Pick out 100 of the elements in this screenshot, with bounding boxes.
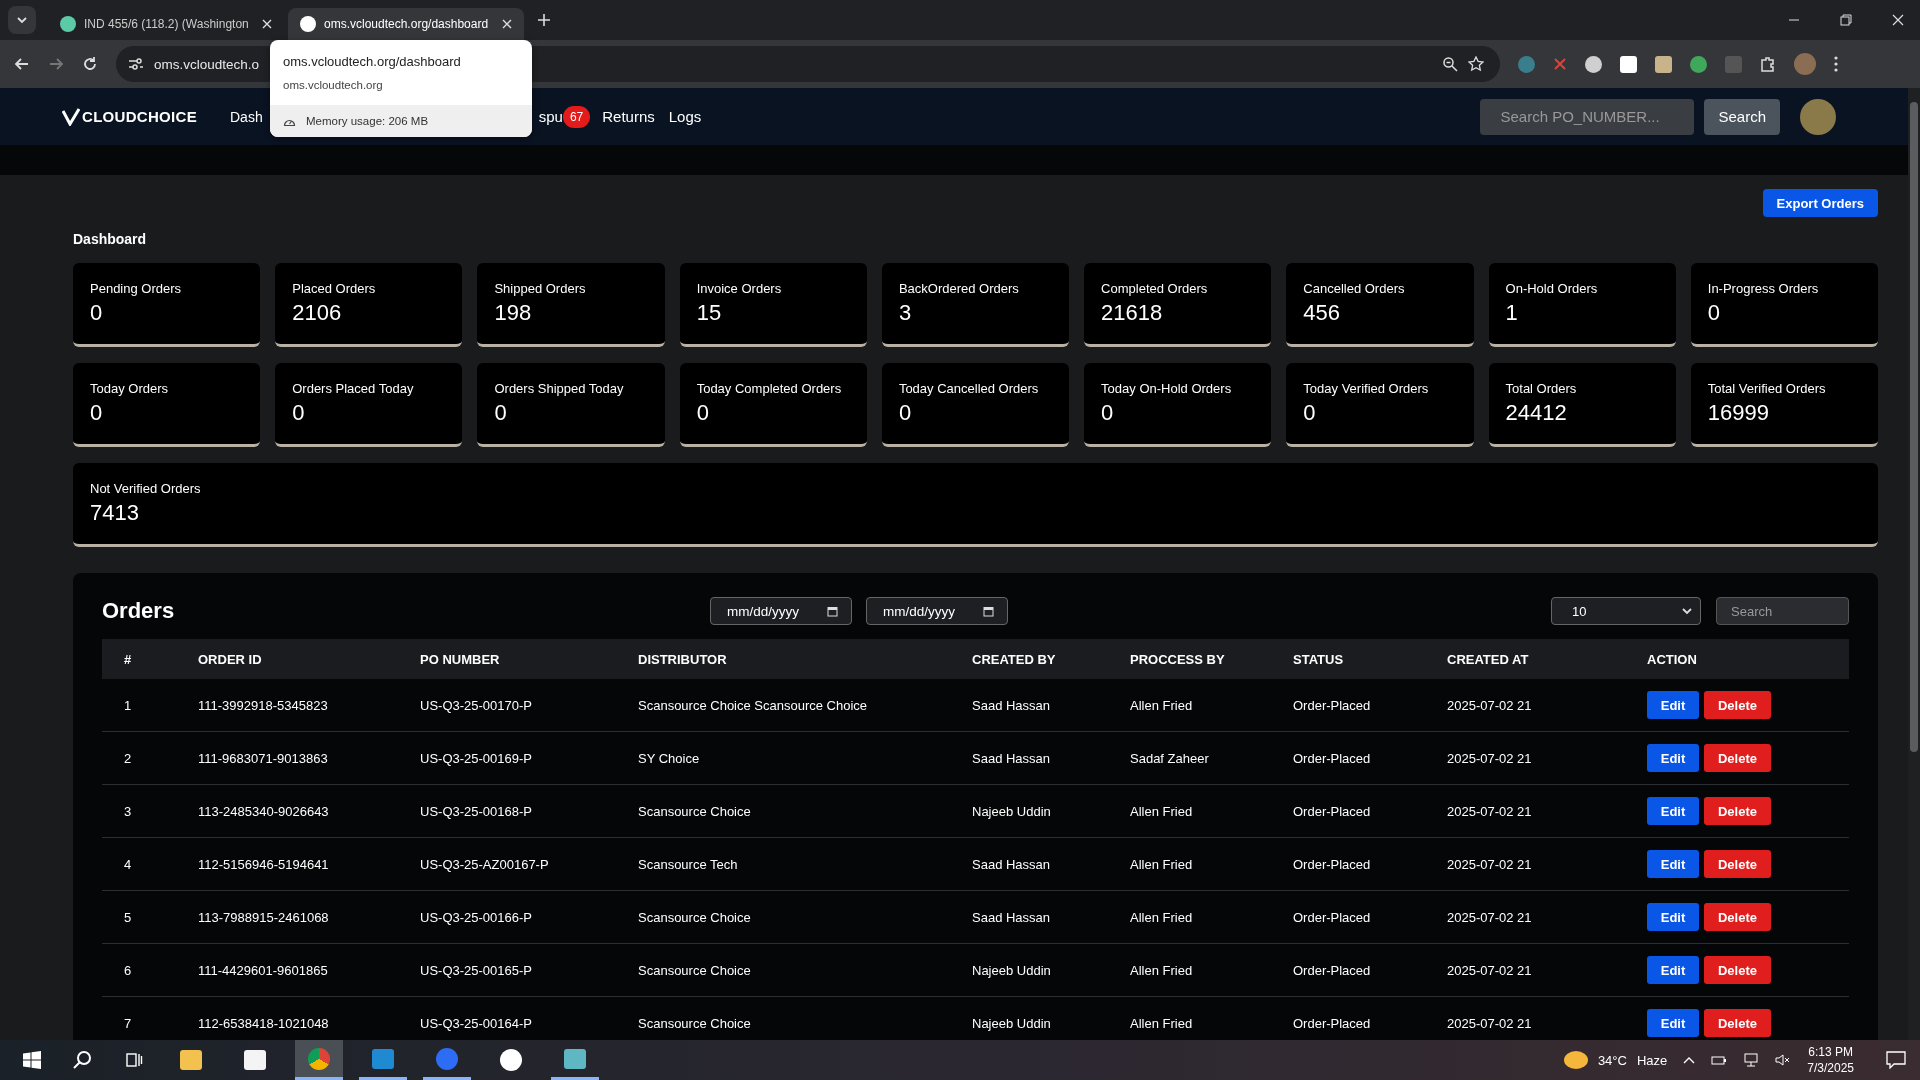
nav-link[interactable]: Dash xyxy=(230,108,263,125)
table-cell-text: US-Q3-25-00170-P xyxy=(420,697,533,713)
tab-title: IND 455/6 (118.2) (Washington xyxy=(84,17,250,31)
table-cell-text: Scansource Choice xyxy=(638,962,752,978)
page-size-dropdown[interactable]: 10 xyxy=(1551,597,1701,625)
temperature-text: 34°C xyxy=(1597,1052,1627,1068)
windows-icon[interactable] xyxy=(23,1051,41,1069)
stat-label: Today Orders xyxy=(90,381,170,396)
edit-button[interactable]: Edit xyxy=(1647,956,1699,984)
table-cell-text: US-Q3-25-00164-P xyxy=(420,1015,533,1031)
nav-link[interactable]: spu xyxy=(538,108,563,125)
stat-value: 16999 xyxy=(1707,400,1770,426)
avatar[interactable] xyxy=(1794,53,1816,75)
stat-label: Placed Orders xyxy=(292,281,377,296)
table-cell-text: Order-Placed xyxy=(1293,750,1372,766)
table-cell-text: 2025-07-02 21 xyxy=(1447,697,1533,713)
search-field[interactable]: Search xyxy=(1716,597,1849,625)
browser-tab[interactable]: IND 455/6 (118.2) (Washington xyxy=(48,8,284,40)
logo-icon xyxy=(62,107,80,126)
table-cell-text: 4 xyxy=(123,856,133,872)
network-icon[interactable] xyxy=(1743,1053,1760,1067)
calendar-icon[interactable] xyxy=(827,606,838,617)
delete-button[interactable]: Delete xyxy=(1704,797,1771,825)
table-cell-text: Allen Fried xyxy=(1130,697,1194,713)
extension-icon[interactable] xyxy=(1655,55,1672,73)
table-cell-text: US-Q3-25-AZ00167-P xyxy=(420,856,550,872)
edit-button[interactable]: Edit xyxy=(1647,850,1699,878)
muted-speaker-icon[interactable] xyxy=(1775,1053,1792,1067)
battery-icon[interactable] xyxy=(1711,1054,1728,1066)
calendar-icon[interactable] xyxy=(983,606,994,617)
restore-icon[interactable] xyxy=(1840,14,1852,26)
edit-button[interactable]: Edit xyxy=(1647,744,1699,772)
table-cell-text: Scansource Choice xyxy=(638,1015,752,1031)
stat-value: 0 xyxy=(1303,400,1317,426)
avatar[interactable] xyxy=(1800,98,1836,135)
new-tab-icon[interactable] xyxy=(538,14,550,26)
back-icon[interactable] xyxy=(14,56,30,72)
nav-link[interactable]: Logs xyxy=(668,108,702,125)
nav-link[interactable]: Returns xyxy=(602,108,655,125)
stat-label: Cancelled Orders xyxy=(1303,281,1406,296)
chevron-up-icon[interactable] xyxy=(1683,1056,1696,1064)
extension-icon[interactable] xyxy=(1620,55,1637,73)
column-header: STATUS xyxy=(1293,651,1345,667)
date-field[interactable]: mm/dd/yyyy xyxy=(866,597,1008,625)
panel-title: Orders xyxy=(102,598,176,624)
table-cell-text: 113-7988915-2461068 xyxy=(198,909,330,925)
table-cell-text: Allen Fried xyxy=(1130,909,1194,925)
column-header: # xyxy=(123,651,133,667)
scrollbar[interactable] xyxy=(1908,88,1920,1040)
search-button[interactable]: Search xyxy=(1704,98,1780,135)
date-field[interactable]: mm/dd/yyyy xyxy=(710,597,852,625)
task-view-icon[interactable] xyxy=(125,1051,143,1069)
puzzle-icon[interactable] xyxy=(1760,56,1776,72)
table-cell-text: Najeeb Uddin xyxy=(972,962,1052,978)
browser-tab[interactable]: oms.vcloudtech.org/dashboard xyxy=(288,8,524,40)
stat-value: 7413 xyxy=(90,500,140,526)
table-cell-text: US-Q3-25-00166-P xyxy=(420,909,533,925)
stat-label: BackOrdered Orders xyxy=(898,281,1020,296)
table-cell-text: Order-Placed xyxy=(1293,962,1372,978)
column-header: ACTION xyxy=(1647,651,1698,667)
notification-icon[interactable] xyxy=(1886,1051,1906,1069)
search-field[interactable]: Search PO_NUMBER... xyxy=(1480,98,1695,135)
clock-time[interactable]: 6:13 PM xyxy=(1808,1045,1853,1059)
table-cell-text: US-Q3-25-00165-P xyxy=(420,962,533,978)
clock-date[interactable]: 7/3/2025 xyxy=(1807,1061,1854,1075)
search-icon[interactable] xyxy=(73,1050,93,1070)
more-icon[interactable] xyxy=(1834,56,1838,72)
export-button[interactable]: Export Orders xyxy=(1762,189,1878,217)
table-cell-text: 3 xyxy=(123,803,133,819)
site-icon xyxy=(300,16,316,32)
forward-icon[interactable] xyxy=(48,56,64,72)
edit-button[interactable]: Edit xyxy=(1647,797,1699,825)
stat-label: Total Verified Orders xyxy=(1707,381,1827,396)
stat-label: Today Completed Orders xyxy=(696,381,843,396)
star-icon[interactable] xyxy=(1468,56,1484,72)
chevron-down-icon xyxy=(1682,607,1692,615)
stat-label: Today Cancelled Orders xyxy=(898,381,1040,396)
table-cell-text: Saad Hassan xyxy=(972,856,1052,872)
table-cell-text: 113-2485340-9026643 xyxy=(198,803,330,819)
edit-button[interactable]: Edit xyxy=(1647,1009,1699,1037)
delete-button[interactable]: Delete xyxy=(1704,850,1771,878)
site-settings-icon[interactable] xyxy=(128,57,144,71)
edit-button[interactable]: Edit xyxy=(1647,903,1699,931)
table-cell-text: Allen Fried xyxy=(1130,856,1194,872)
delete-button[interactable]: Delete xyxy=(1704,1009,1771,1037)
zoom-icon[interactable] xyxy=(1442,56,1458,72)
table-cell-text: 7 xyxy=(123,1015,133,1031)
delete-button[interactable]: Delete xyxy=(1704,744,1771,772)
table-cell-text: 112-5156946-5194641 xyxy=(198,856,330,872)
delete-button[interactable]: Delete xyxy=(1704,956,1771,984)
table-cell-text: Saad Hassan xyxy=(972,697,1052,713)
table-cell-text: Order-Placed xyxy=(1293,856,1372,872)
table-cell-text: 2025-07-02 21 xyxy=(1447,750,1533,766)
delete-button[interactable]: Delete xyxy=(1704,691,1771,719)
tab-list-button[interactable] xyxy=(8,6,36,34)
reload-icon[interactable] xyxy=(82,56,98,72)
table-cell-text: 2025-07-02 21 xyxy=(1447,1015,1533,1031)
edit-button[interactable]: Edit xyxy=(1647,691,1699,719)
table-cell-text: Scansource Choice xyxy=(638,803,752,819)
delete-button[interactable]: Delete xyxy=(1704,903,1771,931)
